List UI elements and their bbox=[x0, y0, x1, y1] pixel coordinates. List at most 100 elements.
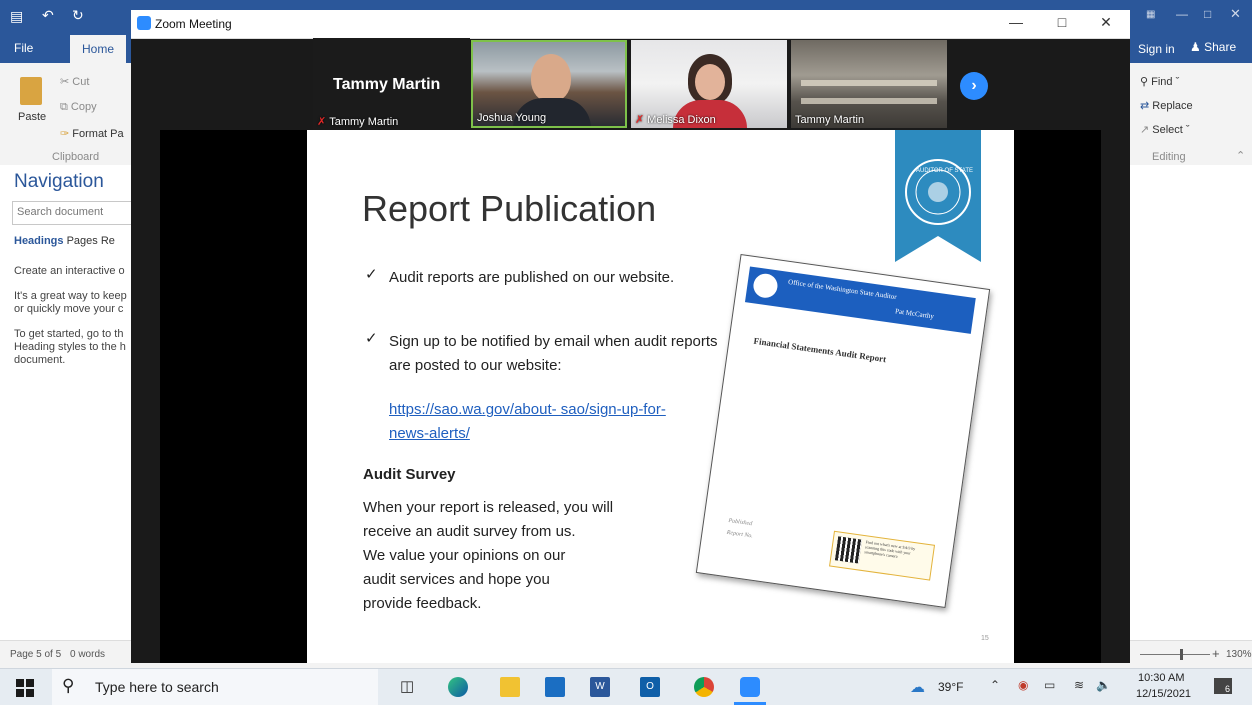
zoom-minimize-button[interactable]: — bbox=[1001, 14, 1031, 30]
taskbar-search-placeholder: Type here to search bbox=[95, 679, 219, 695]
survey-heading: Audit Survey bbox=[363, 466, 456, 483]
tray-app-icon[interactable]: ◉ bbox=[1018, 678, 1028, 692]
slide-title: Report Publication bbox=[362, 188, 657, 229]
task-view-icon[interactable]: ◫ bbox=[400, 677, 414, 695]
shared-screen: AUDITOR OF STATE Report Publication ✓ Au… bbox=[160, 130, 1101, 663]
paste-button[interactable]: Paste bbox=[18, 111, 46, 123]
active-speaker-tile[interactable]: Tammy Martin ✗ Tammy Martin bbox=[313, 38, 470, 130]
word-app-icon[interactable]: W bbox=[590, 677, 610, 697]
word-minimize-button[interactable]: — bbox=[1176, 7, 1188, 21]
wifi-icon[interactable]: ≋ bbox=[1074, 678, 1084, 692]
slide-page-number: 15 bbox=[981, 635, 989, 642]
survey-line: When your report is released, you will bbox=[363, 499, 614, 516]
copy-button[interactable]: ⧉ Copy bbox=[60, 101, 97, 114]
seal-text: AUDITOR OF STATE bbox=[916, 168, 974, 174]
zoom-app-icon[interactable] bbox=[740, 677, 760, 697]
sign-in-link[interactable]: Sign in bbox=[1138, 42, 1175, 56]
collapse-ribbon-icon[interactable]: ⌃ bbox=[1236, 149, 1245, 162]
replace-label: Replace bbox=[1152, 100, 1193, 112]
paste-icon bbox=[20, 77, 42, 105]
nav-help-text: Create an interactive o It's a great way… bbox=[14, 265, 127, 367]
checkmark-icon: ✓ bbox=[365, 330, 378, 347]
muted-mic-icon: ✗ bbox=[635, 114, 645, 126]
word-restore-button[interactable]: □ bbox=[1204, 7, 1211, 21]
search-icon: ⚲ bbox=[1140, 76, 1149, 88]
zoom-window-title: Zoom Meeting bbox=[155, 17, 232, 31]
participant-tile[interactable]: ✗ Melissa Dixon bbox=[631, 40, 787, 128]
slide-bullet: Audit reports are published on our websi… bbox=[389, 269, 675, 286]
share-label: Share bbox=[1204, 40, 1237, 54]
participant-name: Joshua Young bbox=[477, 112, 547, 124]
search-icon: ⚲ bbox=[62, 676, 75, 695]
speaker-icon[interactable]: 🔈 bbox=[1096, 678, 1111, 692]
taskbar-search-input[interactable]: ⚲ Type here to search bbox=[52, 669, 378, 705]
checkmark-icon: ✓ bbox=[365, 266, 378, 283]
participant-tile[interactable]: Joshua Young bbox=[471, 40, 627, 128]
ribbon-options-icon[interactable]: ▦ bbox=[1146, 9, 1155, 20]
undo-icon[interactable]: ↶ bbox=[42, 7, 54, 24]
tab-home[interactable]: Home bbox=[70, 35, 126, 63]
nav-tab-results[interactable]: Re bbox=[101, 235, 115, 247]
report-title: Financial Statements Audit Report bbox=[753, 335, 887, 365]
edge-icon[interactable] bbox=[448, 677, 468, 697]
clock-date[interactable]: 12/15/2021 bbox=[1136, 688, 1191, 700]
search-document-input[interactable]: Search document bbox=[12, 201, 136, 225]
battery-icon[interactable]: ▭ bbox=[1044, 678, 1055, 692]
report-qr-box: Find out what's new at SAO by scanning t… bbox=[829, 530, 936, 581]
nav-help-line: It's a great way to keep bbox=[14, 290, 127, 302]
save-icon[interactable]: ▤ bbox=[10, 8, 23, 25]
nav-help-line: Create an interactive o bbox=[14, 265, 125, 277]
participant-video-desk bbox=[801, 98, 937, 104]
report-person: Pat McCarthy bbox=[894, 307, 935, 321]
share-button[interactable]: ♟ Share bbox=[1190, 40, 1236, 54]
news-alerts-link[interactable]: https://sao.wa.gov/about- sao/sign-up-fo… bbox=[389, 398, 694, 446]
select-button[interactable]: ↗ Select ˇ bbox=[1140, 123, 1190, 136]
next-page-arrow-icon[interactable]: › bbox=[960, 72, 988, 100]
nav-tab-pages[interactable]: Pages bbox=[67, 235, 98, 247]
seal-ribbon bbox=[895, 130, 981, 262]
windows-taskbar: ⚲ Type here to search ◫ W O ☁ 39°F ⌃ ◉ ▭… bbox=[0, 668, 1252, 705]
zoom-in-button[interactable]: + bbox=[1212, 646, 1220, 661]
participant-video-face bbox=[695, 64, 725, 100]
windows-start-icon[interactable] bbox=[16, 679, 34, 697]
file-explorer-icon[interactable] bbox=[500, 677, 520, 697]
zoom-level[interactable]: 130% bbox=[1226, 649, 1252, 660]
tab-file[interactable]: File bbox=[14, 41, 33, 55]
cut-button[interactable]: ✂ Cut bbox=[60, 75, 89, 88]
clipboard-group-label: Clipboard bbox=[52, 151, 100, 163]
survey-line: receive an audit survey from us. bbox=[363, 523, 576, 540]
find-button[interactable]: ⚲ Find ˇ bbox=[1140, 75, 1179, 88]
participant-video bbox=[531, 54, 571, 102]
notification-count: 6 bbox=[1224, 684, 1230, 694]
outlook-icon[interactable]: O bbox=[640, 677, 660, 697]
zoom-slider[interactable] bbox=[1140, 654, 1210, 655]
slide-bullet: Sign up to be notified by email when aud… bbox=[389, 333, 718, 374]
weather-icon[interactable]: ☁ bbox=[910, 678, 925, 696]
survey-line: audit services and hope you bbox=[363, 571, 550, 588]
nav-tab-headings[interactable]: Headings bbox=[14, 235, 64, 247]
chrome-icon[interactable] bbox=[694, 677, 714, 697]
participant-name-tag: ✗ Melissa Dixon bbox=[635, 113, 716, 126]
participant-video-desk bbox=[801, 80, 937, 86]
mail-icon[interactable] bbox=[545, 677, 565, 697]
report-number: Report No. bbox=[726, 529, 754, 540]
redo-icon[interactable]: ↻ bbox=[72, 7, 84, 24]
muted-mic-icon: ✗ bbox=[317, 116, 327, 128]
format-painter-button[interactable]: ✑ Format Pa bbox=[60, 127, 124, 140]
clock-time[interactable]: 10:30 AM bbox=[1138, 672, 1184, 684]
weather-temp[interactable]: 39°F bbox=[938, 680, 963, 694]
zoom-close-button[interactable]: ✕ bbox=[1091, 14, 1121, 31]
replace-button[interactable]: ⇄ Replace bbox=[1140, 99, 1193, 112]
word-count[interactable]: 0 words bbox=[70, 649, 105, 660]
zoom-slider-thumb[interactable] bbox=[1180, 649, 1183, 660]
nav-tab-row: Headings Pages Re bbox=[14, 235, 115, 247]
participant-tile[interactable]: Tammy Martin bbox=[791, 40, 947, 128]
notification-center-icon[interactable]: 6 bbox=[1214, 678, 1232, 694]
show-hidden-icons-chevron-icon[interactable]: ⌃ bbox=[990, 678, 1000, 692]
document-canvas[interactable] bbox=[1130, 165, 1252, 640]
scissors-icon: ✂ bbox=[60, 76, 70, 88]
report-published: Published bbox=[727, 517, 753, 528]
zoom-maximize-button[interactable]: □ bbox=[1047, 14, 1077, 30]
page-count[interactable]: Page 5 of 5 bbox=[10, 649, 61, 660]
word-close-button[interactable]: ✕ bbox=[1230, 6, 1241, 22]
